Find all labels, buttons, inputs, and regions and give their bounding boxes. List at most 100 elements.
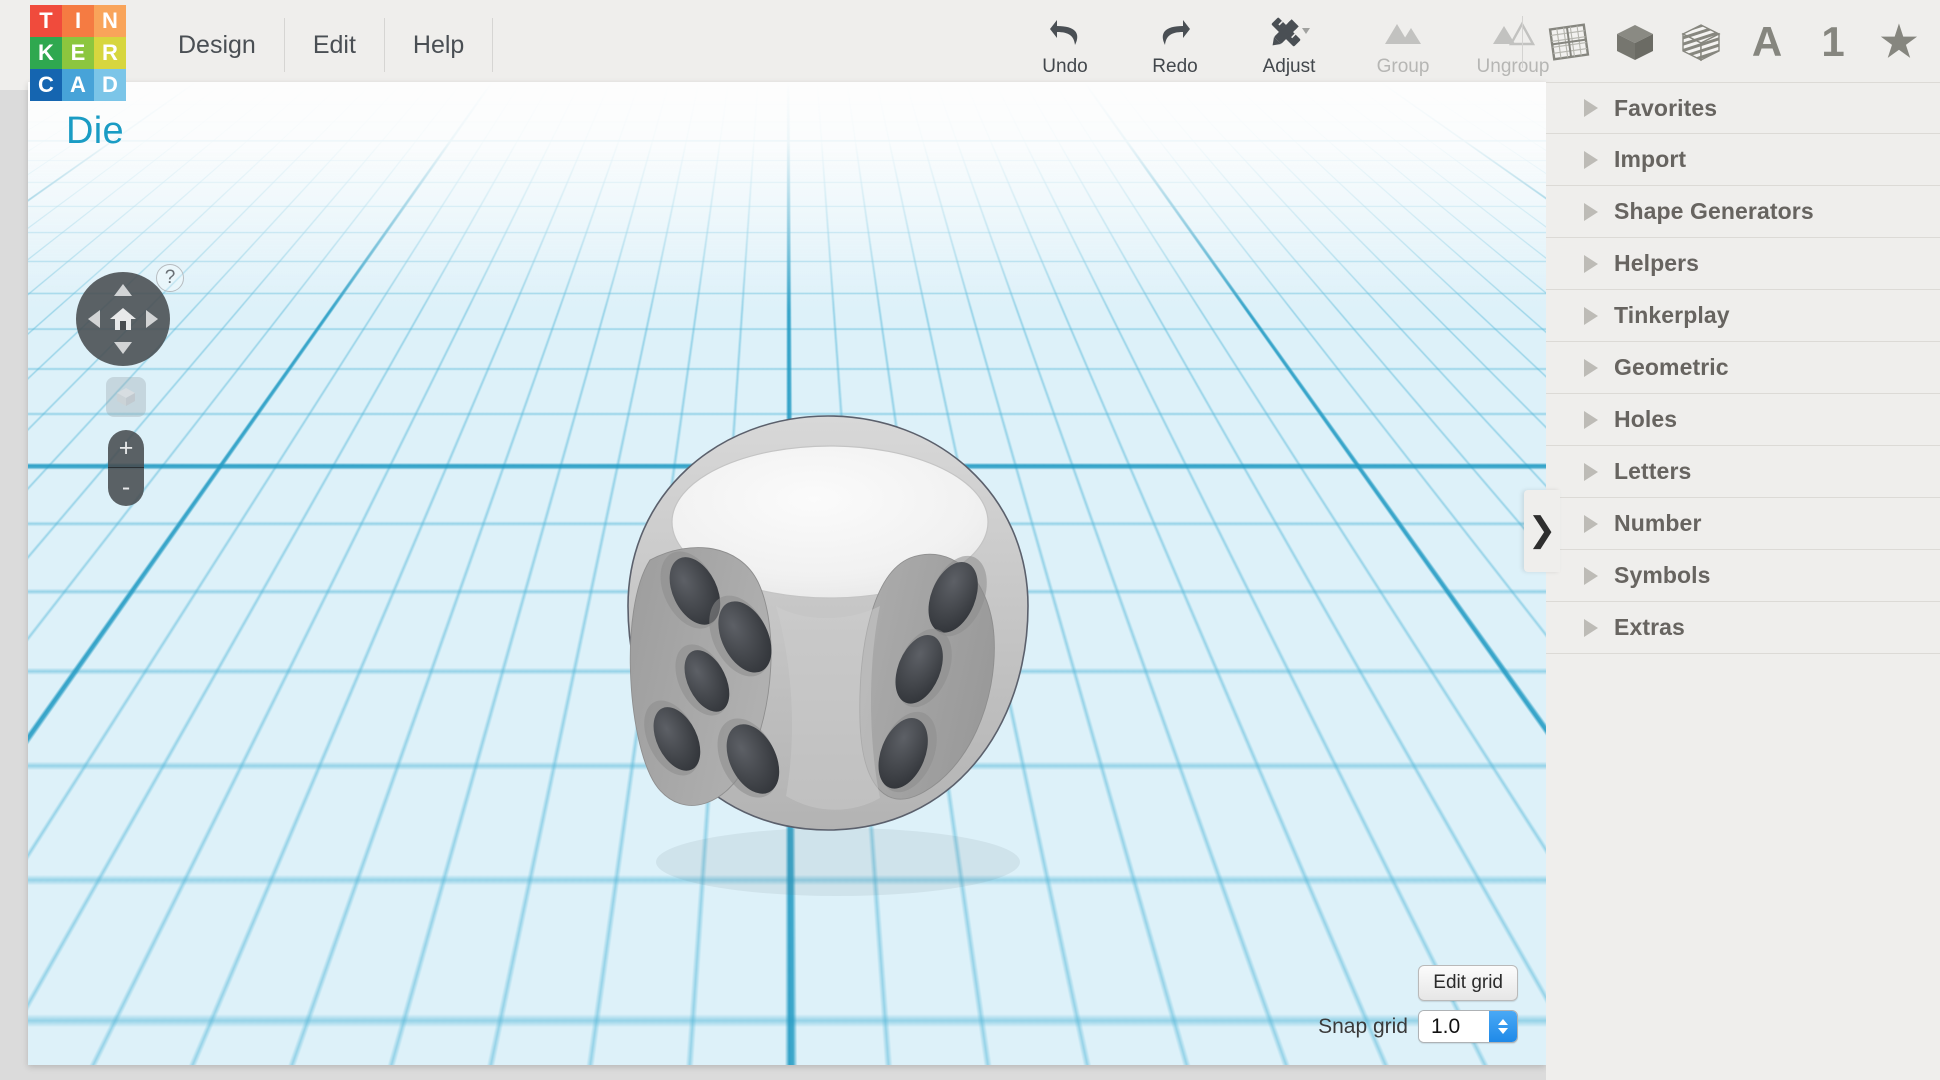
solid-cube-icon[interactable] bbox=[1610, 17, 1660, 67]
chevron-right-icon bbox=[1584, 203, 1598, 221]
chevron-right-icon bbox=[1584, 515, 1598, 533]
panel-item-number[interactable]: Number bbox=[1546, 498, 1940, 550]
snap-grid-row: Snap grid 1.0 bbox=[1318, 1010, 1518, 1043]
chevron-right-icon bbox=[1584, 255, 1598, 273]
panel-item-import[interactable]: Import bbox=[1546, 134, 1940, 186]
menu-item-help[interactable]: Help bbox=[385, 33, 492, 58]
stepper-down-icon[interactable] bbox=[1498, 1028, 1508, 1034]
panel-item-shape-generators[interactable]: Shape Generators bbox=[1546, 186, 1940, 238]
nav-left-arrow-icon[interactable] bbox=[88, 310, 100, 328]
zoom-out-button[interactable]: - bbox=[108, 468, 144, 506]
chevron-right-icon bbox=[1584, 151, 1598, 169]
chevron-right-icon: ❯ bbox=[1528, 514, 1557, 548]
fit-to-view-button[interactable] bbox=[106, 377, 146, 417]
redo-label: Redo bbox=[1152, 57, 1197, 76]
nav-up-arrow-icon[interactable] bbox=[114, 284, 132, 296]
menu-item-edit[interactable]: Edit bbox=[285, 33, 384, 58]
logo-cell-t: T bbox=[30, 5, 62, 37]
menu-item-design[interactable]: Design bbox=[150, 33, 284, 58]
adjust-label: Adjust bbox=[1263, 57, 1316, 76]
menu-label-edit: Edit bbox=[313, 31, 356, 59]
nav-down-arrow-icon[interactable] bbox=[114, 342, 132, 354]
chevron-right-icon bbox=[1584, 619, 1598, 637]
favorites-star-icon[interactable]: ★ bbox=[1874, 17, 1924, 67]
panel-label-extras: Extras bbox=[1614, 616, 1685, 639]
chevron-right-icon bbox=[1584, 99, 1598, 117]
help-icon[interactable]: ? bbox=[156, 264, 184, 292]
group-button[interactable]: Group bbox=[1348, 8, 1458, 76]
logo-cell-c: C bbox=[30, 69, 62, 101]
edit-tools-group: Undo Redo bbox=[1010, 8, 1568, 76]
panel-item-symbols[interactable]: Symbols bbox=[1546, 550, 1940, 602]
panel-label-favorites: Favorites bbox=[1614, 97, 1717, 120]
snap-grid-select[interactable]: 1.0 bbox=[1418, 1010, 1518, 1043]
panel-item-letters[interactable]: Letters bbox=[1546, 446, 1940, 498]
fit-to-view-icon bbox=[114, 385, 138, 409]
panel-label-shape-generators: Shape Generators bbox=[1614, 200, 1814, 223]
die-3d-object[interactable] bbox=[580, 410, 1077, 905]
ruler-pencil-icon bbox=[1266, 14, 1312, 52]
chevron-right-icon bbox=[1584, 307, 1598, 325]
panel-label-holes: Holes bbox=[1614, 408, 1677, 431]
panel-label-symbols: Symbols bbox=[1614, 564, 1711, 587]
panel-item-extras[interactable]: Extras bbox=[1546, 602, 1940, 654]
panel-label-geometric: Geometric bbox=[1614, 356, 1729, 379]
panel-label-tinkerplay: Tinkerplay bbox=[1614, 304, 1730, 327]
view-navigation-puck[interactable] bbox=[76, 272, 170, 366]
shape-category-list: Favorites Import Shape Generators Helper… bbox=[1546, 82, 1940, 654]
nav-right-arrow-icon[interactable] bbox=[146, 310, 158, 328]
chevron-right-icon bbox=[1584, 567, 1598, 585]
grid-controls: Edit grid Snap grid 1.0 bbox=[1318, 965, 1518, 1043]
undo-button[interactable]: Undo bbox=[1010, 8, 1120, 76]
chevron-right-icon bbox=[1584, 463, 1598, 481]
chevron-right-icon bbox=[1584, 359, 1598, 377]
logo-cell-d: D bbox=[94, 69, 126, 101]
panel-label-import: Import bbox=[1614, 148, 1686, 171]
panel-collapse-handle[interactable]: ❯ bbox=[1524, 490, 1560, 572]
panel-label-number: Number bbox=[1614, 512, 1702, 535]
top-toolbar: Design Edit Help Undo bbox=[0, 0, 1940, 90]
logo-cell-i: I bbox=[62, 5, 94, 37]
snap-grid-stepper[interactable] bbox=[1489, 1011, 1517, 1042]
snap-grid-label: Snap grid bbox=[1318, 1015, 1408, 1039]
logo-cell-k: K bbox=[30, 37, 62, 69]
zoom-in-button[interactable]: + bbox=[108, 430, 144, 468]
home-view-icon[interactable] bbox=[108, 304, 138, 334]
shape-category-tabs: A 1 ★ bbox=[1522, 6, 1924, 78]
design-title[interactable]: Die bbox=[66, 110, 124, 153]
tinkercad-logo[interactable]: T I N K E R C A D bbox=[30, 5, 126, 101]
group-label: Group bbox=[1377, 57, 1430, 76]
letters-A-icon[interactable]: A bbox=[1742, 17, 1792, 67]
logo-cell-a: A bbox=[62, 69, 94, 101]
undo-label: Undo bbox=[1042, 57, 1087, 76]
shapes-panel: ❯ Favorites Import Shape Generators Help… bbox=[1546, 82, 1940, 1080]
3d-viewport[interactable]: Die ? + - bbox=[28, 82, 1546, 1065]
grid-plane-icon[interactable] bbox=[1544, 17, 1594, 67]
panel-item-geometric[interactable]: Geometric bbox=[1546, 342, 1940, 394]
edit-grid-button[interactable]: Edit grid bbox=[1418, 965, 1518, 1001]
panel-item-helpers[interactable]: Helpers bbox=[1546, 238, 1940, 290]
panel-label-helpers: Helpers bbox=[1614, 252, 1699, 275]
zoom-controls: + - bbox=[108, 430, 144, 506]
logo-cell-r: R bbox=[94, 37, 126, 69]
logo-cell-e: E bbox=[62, 37, 94, 69]
menu-divider-3 bbox=[492, 18, 493, 72]
chevron-right-icon bbox=[1584, 411, 1598, 429]
logo-cell-n: N bbox=[94, 5, 126, 37]
panel-item-holes[interactable]: Holes bbox=[1546, 394, 1940, 446]
redo-arrow-icon bbox=[1156, 14, 1194, 52]
panel-item-tinkerplay[interactable]: Tinkerplay bbox=[1546, 290, 1940, 342]
main-menu: Design Edit Help bbox=[150, 0, 493, 90]
adjust-button[interactable]: Adjust bbox=[1230, 8, 1348, 76]
menu-label-help: Help bbox=[413, 31, 464, 59]
stepper-up-icon[interactable] bbox=[1498, 1019, 1508, 1025]
panel-label-letters: Letters bbox=[1614, 460, 1691, 483]
snap-grid-value[interactable]: 1.0 bbox=[1419, 1011, 1489, 1042]
panel-item-favorites[interactable]: Favorites bbox=[1546, 82, 1940, 134]
menu-label-design: Design bbox=[178, 31, 256, 59]
numbers-1-icon[interactable]: 1 bbox=[1808, 17, 1858, 67]
striped-cube-icon[interactable] bbox=[1676, 17, 1726, 67]
tinkercad-app: Design Edit Help Undo bbox=[0, 0, 1940, 1080]
redo-button[interactable]: Redo bbox=[1120, 8, 1230, 76]
undo-arrow-icon bbox=[1046, 14, 1084, 52]
